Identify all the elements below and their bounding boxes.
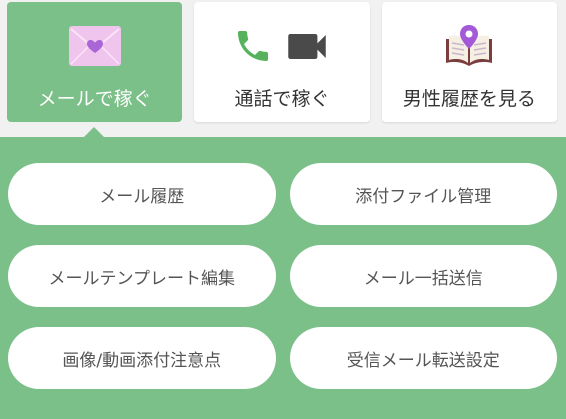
tab-earn-by-mail[interactable]: メールで稼ぐ: [7, 2, 183, 122]
mail-menu-panel: メール履歴 添付ファイル管理 メールテンプレート編集 メール一括送信 画像/動画…: [0, 137, 566, 419]
tab-label: 通話で稼ぐ: [234, 88, 330, 110]
attachment-management-button[interactable]: 添付ファイル管理: [289, 163, 557, 225]
mail-template-edit-button[interactable]: メールテンプレート編集: [8, 245, 276, 307]
tab-earn-by-call[interactable]: 通話で稼ぐ: [194, 2, 370, 122]
tab-icon-area: [382, 24, 557, 68]
image-video-attachment-notes-button[interactable]: 画像/動画添付注意点: [8, 327, 276, 389]
mail-history-button[interactable]: メール履歴: [8, 163, 276, 225]
tab-label: 男性履歴を見る: [402, 88, 536, 110]
phone-icon: [237, 31, 268, 61]
book-map-pin-icon: [446, 25, 493, 66]
tab-label: メールで稼ぐ: [37, 88, 152, 110]
mail-menu-grid: メール履歴 添付ファイル管理 メールテンプレート編集 メール一括送信 画像/動画…: [8, 163, 557, 389]
category-tabs: メールで稼ぐ 通話で稼ぐ 男性履歴を見る: [7, 2, 557, 122]
tab-icon-area: [194, 24, 369, 68]
bulk-mail-send-button[interactable]: メール一括送信: [289, 245, 557, 307]
tab-view-male-history[interactable]: 男性履歴を見る: [381, 2, 557, 122]
incoming-mail-forwarding-settings-button[interactable]: 受信メール転送設定: [289, 327, 557, 389]
envelope-heart-icon: [68, 26, 121, 66]
selected-tab-pointer: [84, 127, 104, 137]
tab-icon-area: [7, 24, 182, 68]
video-camera-icon: [288, 33, 326, 59]
